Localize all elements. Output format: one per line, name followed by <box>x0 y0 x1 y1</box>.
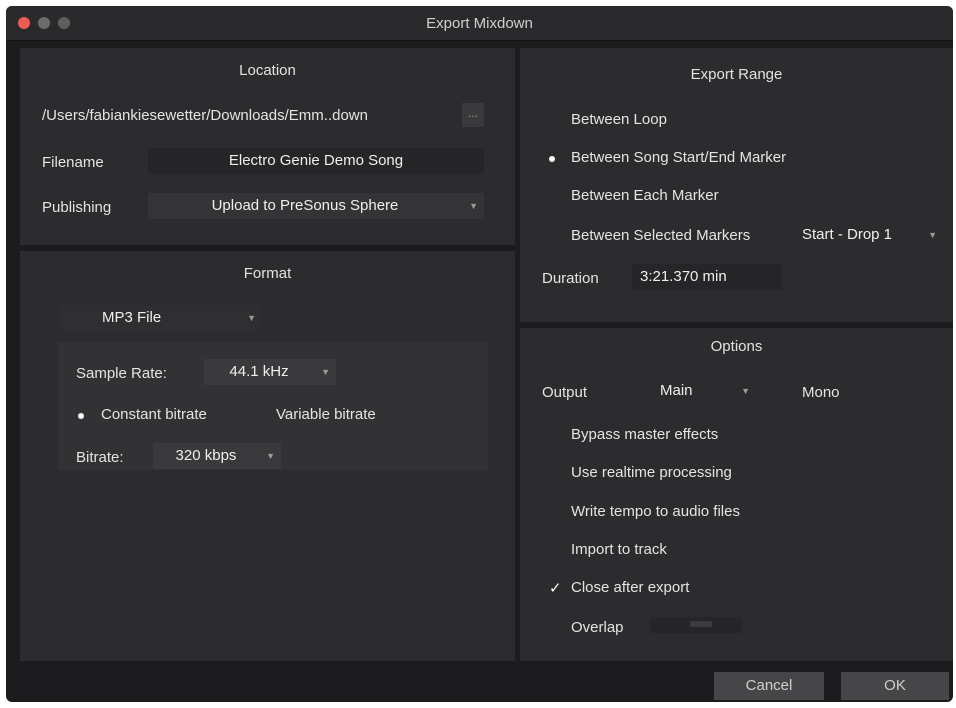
output-dropdown[interactable]: Main ▼ <box>638 378 756 404</box>
range-label-each-marker[interactable]: Between Each Marker <box>571 187 719 204</box>
range-radio-selected-markers[interactable] <box>547 232 557 242</box>
filename-input[interactable]: Electro Genie Demo Song <box>148 148 484 174</box>
variable-bitrate-label[interactable]: Variable bitrate <box>276 406 376 423</box>
overlap-checkbox[interactable] <box>551 622 565 636</box>
variable-bitrate-radio[interactable] <box>248 411 258 421</box>
format-settings-box: Sample Rate: 44.1 kHz ▼ Constant bitrate… <box>58 342 488 470</box>
bypass-master-effects-checkbox[interactable] <box>551 429 565 443</box>
publishing-dropdown[interactable]: Upload to PreSonus Sphere ▼ <box>148 193 484 219</box>
output-label: Output <box>542 384 588 401</box>
chevron-down-icon: ▼ <box>247 313 256 323</box>
range-radio-each-marker[interactable] <box>547 193 557 203</box>
duration-label: Duration <box>542 270 599 287</box>
file-type-value: MP3 File <box>102 309 162 326</box>
constant-bitrate-label[interactable]: Constant bitrate <box>101 406 207 423</box>
options-heading: Options <box>710 338 763 355</box>
range-label-between-loop[interactable]: Between Loop <box>571 111 667 128</box>
export-mixdown-window: Export Mixdown Location /Users/fabiankie… <box>6 6 953 702</box>
file-type-dropdown[interactable]: MP3 File ▼ <box>60 305 260 331</box>
range-label-song-start-end[interactable]: Between Song Start/End Marker <box>571 149 786 166</box>
constant-bitrate-radio[interactable] <box>76 411 86 421</box>
write-tempo-label[interactable]: Write tempo to audio files <box>571 503 740 520</box>
checkmark-icon: ✓ <box>549 580 562 597</box>
bitrate-dropdown[interactable]: 320 kbps ▼ <box>153 443 281 469</box>
window-title: Export Mixdown <box>426 15 533 32</box>
mono-label[interactable]: Mono <box>802 384 840 401</box>
bypass-master-effects-label[interactable]: Bypass master effects <box>571 426 718 443</box>
close-after-export-checkbox[interactable]: ✓ <box>549 580 563 597</box>
range-radio-song-start-end[interactable] <box>547 154 557 164</box>
sample-rate-value: 44.1 kHz <box>229 363 289 380</box>
range-label-selected-markers[interactable]: Between Selected Markers <box>571 227 750 244</box>
export-range-panel: Export Range Between Loop Between Song S… <box>520 48 953 322</box>
chevron-down-icon: ▼ <box>741 386 750 396</box>
use-realtime-processing-checkbox[interactable] <box>551 467 565 481</box>
write-tempo-checkbox[interactable] <box>551 506 565 520</box>
selected-markers-dropdown[interactable]: Start - Drop 1 ▼ <box>796 222 941 248</box>
sample-rate-label: Sample Rate: <box>76 365 167 382</box>
filename-label: Filename <box>42 154 104 171</box>
overlap-label[interactable]: Overlap <box>571 619 624 636</box>
range-radio-between-loop[interactable] <box>547 117 557 127</box>
location-heading: Location <box>239 62 296 79</box>
ok-button[interactable]: OK <box>841 672 949 700</box>
cancel-button[interactable]: Cancel <box>714 672 824 700</box>
import-to-track-label[interactable]: Import to track <box>571 541 667 558</box>
bitrate-label: Bitrate: <box>76 449 124 466</box>
chevron-down-icon: ▼ <box>469 201 478 211</box>
chevron-down-icon: ▼ <box>928 230 937 240</box>
close-after-export-label[interactable]: Close after export <box>571 579 689 596</box>
import-to-track-checkbox[interactable] <box>551 544 565 558</box>
output-value: Main <box>660 382 693 399</box>
overlap-slider[interactable] <box>650 617 742 633</box>
format-panel: Format MP3 File ▼ Sample Rate: 44.1 kHz … <box>20 251 515 661</box>
mono-checkbox[interactable] <box>784 386 798 400</box>
duration-value: 3:21.370 min <box>632 264 782 290</box>
title-bar: Export Mixdown <box>6 6 953 41</box>
chevron-down-icon: ▼ <box>266 451 275 461</box>
export-path: /Users/fabiankiesewetter/Downloads/Emm..… <box>42 107 368 124</box>
format-heading: Format <box>243 265 292 282</box>
overlap-slider-handle[interactable] <box>690 621 712 627</box>
sample-rate-dropdown[interactable]: 44.1 kHz ▼ <box>204 359 336 385</box>
chevron-down-icon: ▼ <box>321 367 330 377</box>
browse-button[interactable]: ... <box>462 103 484 127</box>
publishing-label: Publishing <box>42 199 112 216</box>
bitrate-value: 320 kbps <box>175 447 237 464</box>
use-realtime-processing-label[interactable]: Use realtime processing <box>571 464 732 481</box>
location-panel: Location /Users/fabiankiesewetter/Downlo… <box>20 48 515 245</box>
selected-markers-value: Start - Drop 1 <box>802 226 893 243</box>
options-panel: Options Output Main ▼ Mono Bypass master… <box>520 328 953 661</box>
publishing-value: Upload to PreSonus Sphere <box>211 197 399 214</box>
export-range-heading: Export Range <box>690 66 783 83</box>
